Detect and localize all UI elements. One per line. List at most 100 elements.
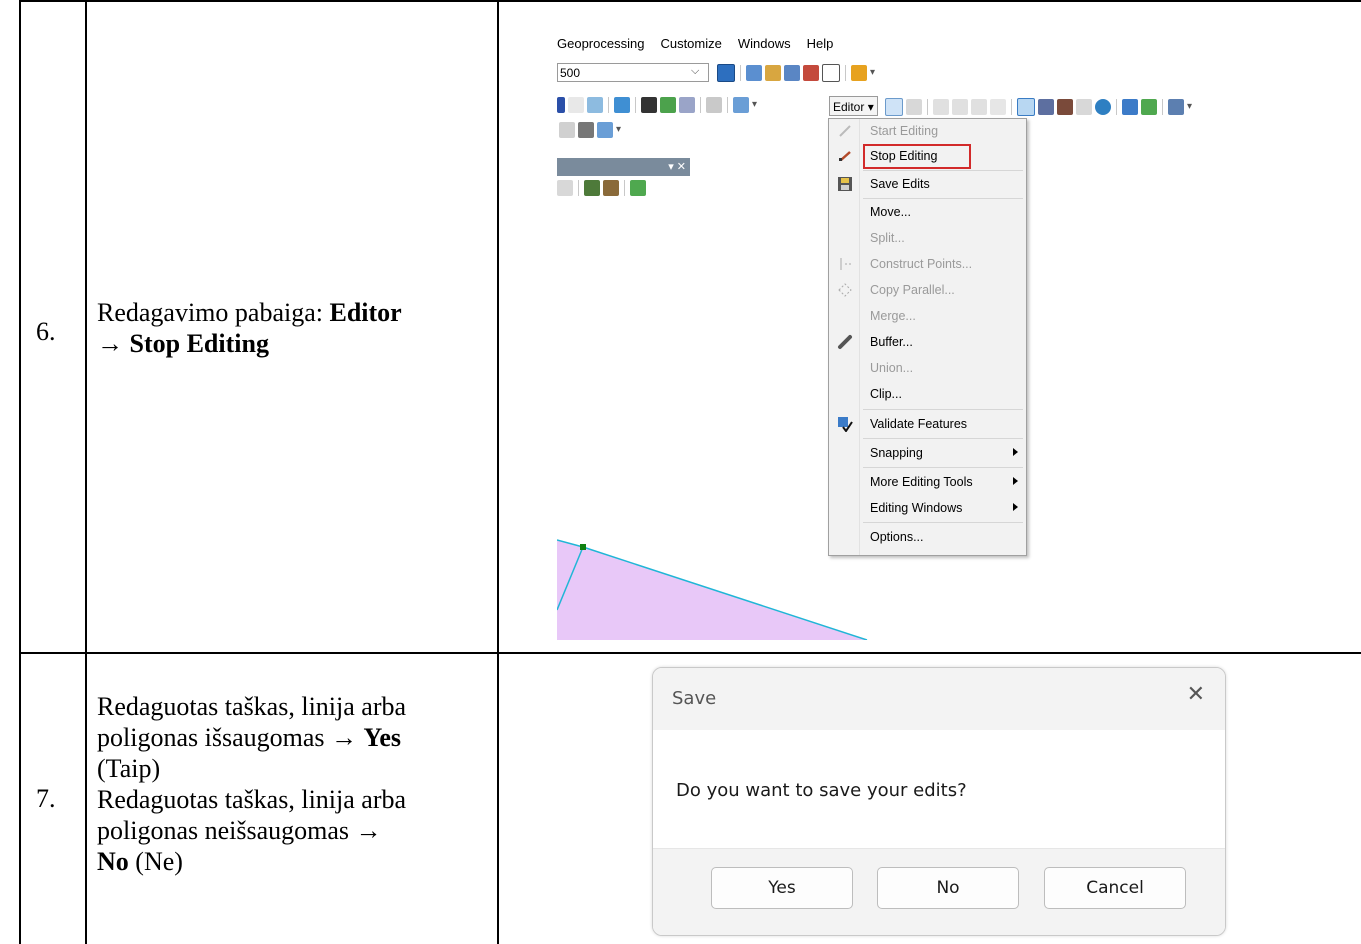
- table-row-divider: [19, 652, 1361, 654]
- menu-customize[interactable]: Customize: [660, 36, 721, 56]
- step-description: Redagavimo pabaiga: Editor → Stop Editin…: [97, 297, 492, 359]
- find-route-icon[interactable]: [660, 97, 676, 113]
- close-icon[interactable]: ✕: [1187, 684, 1205, 706]
- table-icon[interactable]: [746, 65, 762, 81]
- menu-item-copy-parallel[interactable]: Copy Parallel...: [829, 278, 1026, 303]
- vertex-marker: [580, 544, 586, 550]
- menu-item-validate-features[interactable]: Validate Features: [829, 412, 1026, 437]
- measure-icon[interactable]: [614, 97, 630, 113]
- straight-segment-icon[interactable]: [933, 99, 949, 115]
- hyperlink-icon[interactable]: [568, 97, 584, 113]
- floating-toolbar-tools: [557, 180, 646, 196]
- menu-help[interactable]: Help: [807, 36, 834, 56]
- dialog-titlebar: [653, 668, 1225, 730]
- floating-toolbar-titlebar[interactable]: ▾ ✕: [557, 158, 690, 176]
- pencil-icon: [839, 125, 851, 137]
- step-bold-yes: Yes: [363, 723, 402, 752]
- graph-icon[interactable]: [630, 180, 646, 196]
- html-popup-icon[interactable]: [587, 97, 603, 113]
- floating-toolbar: ▾ ✕: [557, 158, 690, 210]
- layout-icon[interactable]: [559, 122, 575, 138]
- cut-polygons-icon[interactable]: [1057, 99, 1073, 115]
- create-features-icon[interactable]: [1168, 99, 1184, 115]
- menu-item-options[interactable]: Options...: [829, 525, 1026, 550]
- menu-windows[interactable]: Windows: [738, 36, 791, 56]
- identify-icon[interactable]: [557, 97, 565, 113]
- overflow-icon[interactable]: ▾: [752, 98, 757, 112]
- step-line: (Ne): [128, 847, 183, 876]
- chevron-down-icon[interactable]: ⌵: [691, 65, 699, 78]
- table-border-left: [19, 0, 21, 944]
- save-dialog: Save ✕ Do you want to save your edits? Y…: [652, 667, 1226, 936]
- editor-menu: Start Editing Stop Editing Save Edits Mo…: [828, 118, 1027, 556]
- draw-line-icon[interactable]: [557, 180, 573, 196]
- menu-item-start-editing[interactable]: Start Editing: [829, 119, 1026, 144]
- menu-item-more-editing-tools[interactable]: More Editing Tools: [829, 470, 1026, 495]
- overflow-icon[interactable]: ▾: [616, 123, 621, 137]
- menu-item-merge[interactable]: Merge...: [829, 304, 1026, 329]
- save-edits-icon: [838, 177, 852, 191]
- scale-input[interactable]: 500: [557, 63, 709, 82]
- cancel-button[interactable]: Cancel: [1044, 867, 1186, 909]
- menu-item-save-edits[interactable]: Save Edits: [829, 172, 1026, 197]
- georef-icon[interactable]: [578, 122, 594, 138]
- modelbuilder-icon[interactable]: [851, 65, 867, 81]
- arctoolbox-icon[interactable]: [803, 65, 819, 81]
- menu-item-editing-windows[interactable]: Editing Windows: [829, 496, 1026, 521]
- step-line: poligonas neišsaugomas →: [97, 816, 382, 845]
- table-border-col2: [497, 0, 499, 944]
- edit-annotation-icon[interactable]: [906, 99, 922, 115]
- menu-item-move[interactable]: Move...: [829, 200, 1026, 225]
- table-border-top: [19, 0, 1361, 2]
- edit-vertices-icon[interactable]: [1017, 98, 1035, 116]
- catalog-icon[interactable]: [765, 65, 781, 81]
- menu-item-union[interactable]: Union...: [829, 356, 1026, 381]
- toolbar-extra: ▾: [559, 122, 621, 138]
- toolbar-standard: ▾: [717, 64, 875, 82]
- submenu-arrow-icon: [1013, 477, 1018, 485]
- search-window-icon[interactable]: [784, 65, 800, 81]
- editor-toolbar-icon[interactable]: [717, 64, 735, 82]
- no-button[interactable]: No: [877, 867, 1019, 909]
- dialog-title: Save: [672, 688, 717, 709]
- table-border-col1: [85, 0, 87, 944]
- split-icon[interactable]: [1076, 99, 1092, 115]
- trace-icon[interactable]: [971, 99, 987, 115]
- topology-icon[interactable]: [584, 180, 600, 196]
- menu-item-snapping[interactable]: Snapping: [829, 441, 1026, 466]
- sketch-properties-icon[interactable]: [1141, 99, 1157, 115]
- editor-dropdown-button[interactable]: Editor ▾: [829, 96, 878, 116]
- menu-item-construct-points[interactable]: Construct Points...: [829, 252, 1026, 277]
- validate-icon: [838, 417, 853, 432]
- reshape-icon[interactable]: [1038, 99, 1054, 115]
- shared-edge-icon[interactable]: [603, 180, 619, 196]
- step-line: (Taip): [97, 754, 161, 783]
- goto-xy-icon[interactable]: [679, 97, 695, 113]
- menu-item-clip[interactable]: Clip...: [829, 382, 1026, 407]
- menu-item-buffer[interactable]: Buffer...: [829, 330, 1026, 355]
- arcmap-screenshot: Geoprocessing Customize Windows Help 500…: [557, 20, 1315, 640]
- step-number: 7.: [36, 784, 56, 813]
- rotate-icon[interactable]: [1095, 99, 1111, 115]
- yes-button[interactable]: Yes: [711, 867, 853, 909]
- overflow-icon[interactable]: ▾: [870, 66, 875, 80]
- step-bold-no: No: [97, 847, 129, 876]
- time-slider-icon[interactable]: [706, 97, 722, 113]
- find-icon[interactable]: [641, 97, 657, 113]
- submenu-arrow-icon: [1013, 503, 1018, 511]
- arc-segment-icon[interactable]: [952, 99, 968, 115]
- data-view-icon[interactable]: [597, 122, 613, 138]
- step-text: Redagavimo pabaiga:: [97, 298, 330, 327]
- edit-tool-icon[interactable]: [885, 98, 903, 116]
- point-icon[interactable]: [990, 99, 1006, 115]
- menu-item-split[interactable]: Split...: [829, 226, 1026, 251]
- step-number: 6.: [36, 317, 56, 346]
- menu-geoprocessing[interactable]: Geoprocessing: [557, 36, 644, 56]
- python-window-icon[interactable]: [822, 64, 840, 82]
- stop-pencil-icon: [839, 151, 851, 161]
- attributes-icon[interactable]: [1122, 99, 1138, 115]
- overflow-icon[interactable]: ▾: [1187, 100, 1192, 114]
- stop-editing-highlight: [863, 144, 971, 169]
- viewer-icon[interactable]: [733, 97, 749, 113]
- dialog-message: Do you want to save your edits?: [676, 780, 967, 801]
